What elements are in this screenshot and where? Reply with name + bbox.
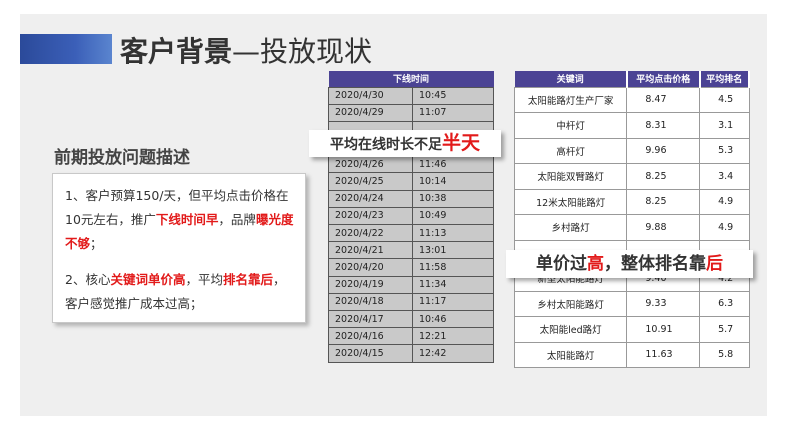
keyword-row: 太阳能led路灯 10.91 5.7	[513, 316, 750, 343]
offline-row: 2020/4/15 12:42	[328, 344, 494, 363]
offline-time: 13:01	[412, 241, 494, 260]
offline-date: 2020/4/23	[328, 206, 413, 226]
offline-time-header: 下线时间	[328, 71, 494, 87]
keyword-row: 太阳能双臂路灯 8.25 3.4	[513, 163, 750, 190]
avg-rank-cell: 3.1	[699, 112, 750, 139]
offline-time: 10:46	[412, 309, 494, 329]
avg-price-cell: 10.91	[626, 316, 701, 343]
avg-price-cell: 11.63	[626, 341, 701, 368]
offline-time: 10:49	[412, 206, 494, 226]
keyword-row: 乡村太阳能路灯 9.33 6.3	[513, 290, 750, 317]
offline-row: 2020/4/22 11:13	[328, 223, 494, 243]
offline-row: 2020/4/25 10:14	[328, 172, 494, 191]
keyword-cell: 乡村路灯	[513, 214, 628, 241]
keyword-cell: 高杆灯	[513, 137, 628, 164]
offline-date: 2020/4/26	[328, 155, 413, 174]
offline-date: 2020/4/20	[328, 258, 413, 277]
offline-time: 11:58	[412, 258, 494, 277]
problem-description-box: 1、客户预算150/天，但平均点击价格在10元左右，推广下线时间早，品牌曝光度不…	[52, 173, 306, 323]
keyword-cell: 太阳能路灯生产厂家	[513, 86, 628, 113]
keyword-row: 12米太阳能路灯 8.25 4.9	[513, 188, 750, 215]
offline-time: 10:14	[412, 172, 494, 191]
offline-time: 11:46	[412, 155, 494, 174]
offline-row: 2020/4/18 11:17	[328, 292, 494, 311]
offline-time-table: 下线时间 2020/4/30 10:45 2020/4/29 11:07 2020/4/…	[328, 71, 494, 363]
keyword-cell: 太阳能led路灯	[513, 316, 628, 343]
keyword-row: 高杆灯 9.96 5.3	[513, 137, 750, 164]
avg-price-cell: 8.25	[626, 163, 701, 190]
offline-date: 2020/4/22	[328, 223, 413, 243]
keyword-cell: 12米太阳能路灯	[513, 188, 628, 215]
avg-rank-cell: 3.4	[699, 163, 750, 190]
offline-date: 2020/4/19	[328, 275, 413, 294]
offline-date: 2020/4/29	[328, 103, 413, 122]
offline-date: 2020/4/16	[328, 327, 413, 346]
offline-row: 2020/4/24 10:38	[328, 189, 494, 208]
offline-time: 11:17	[412, 292, 494, 311]
keyword-cell: 太阳能路灯	[513, 341, 628, 368]
keyword-cell: 乡村太阳能路灯	[513, 290, 628, 317]
offline-row: 2020/4/17 10:46	[328, 309, 494, 329]
keyword-table: 关键词 平均点击价格 平均排名 太阳能路灯生产厂家 8.47 4.5 中杆灯 8.31 3…	[513, 71, 751, 368]
offline-date: 2020/4/30	[328, 86, 413, 105]
avg-price-cell: 9.88	[626, 214, 701, 241]
offline-row: 2020/4/21 13:01	[328, 241, 494, 260]
keyword-row: 中杆灯 8.31 3.1	[513, 112, 750, 139]
problem-paragraph-2: 2、核心关键词单价高，平均排名靠后，客户感觉推广成本过高；	[65, 272, 286, 311]
title-accent-bar	[20, 34, 112, 64]
keyword-row: 太阳能路灯生产厂家 8.47 4.5	[513, 86, 750, 113]
avg-price-cell: 8.47	[626, 86, 701, 113]
avg-price-cell: 8.31	[626, 112, 701, 139]
keyword-row: 乡村路灯 9.88 4.9	[513, 214, 750, 241]
page-title: 客户背景—投放现状	[120, 35, 373, 68]
offline-row: 2020/4/26 11:46	[328, 155, 494, 174]
offline-time: 11:34	[412, 275, 494, 294]
offline-row: 2020/4/23 10:49	[328, 206, 494, 226]
offline-row: 2020/4/19 11:34	[328, 275, 494, 294]
avg-rank-cell: 5.7	[699, 316, 750, 343]
offline-date: 2020/4/21	[328, 241, 413, 260]
avg-price-cell: 9.96	[626, 137, 701, 164]
offline-date: 2020/4/18	[328, 292, 413, 311]
offline-date: 2020/4/15	[328, 344, 413, 363]
avg-rank-cell: 4.5	[699, 86, 750, 113]
offline-row: 2020/4/30 10:45	[328, 86, 494, 105]
offline-row: 2020/4/29 11:07	[328, 103, 494, 122]
offline-row: 2020/4/16 12:21	[328, 327, 494, 346]
avg-rank-cell: 6.3	[699, 290, 750, 317]
avg-rank-cell: 5.3	[699, 137, 750, 164]
avg-rank-cell: 4.9	[699, 214, 750, 241]
avg-price-cell: 8.25	[626, 188, 701, 215]
avg-rank-cell: 5.8	[699, 341, 750, 368]
offline-time: 10:45	[412, 86, 494, 105]
section-subtitle: 前期投放问题描述	[54, 148, 190, 168]
offline-time: 11:13	[412, 223, 494, 243]
price-rank-callout: 单价过高，整体排名靠后	[506, 250, 753, 278]
keyword-cell: 中杆灯	[513, 112, 628, 139]
keyword-header: 关键词	[514, 71, 628, 87]
offline-date: 2020/4/24	[328, 189, 413, 208]
offline-time: 10:38	[412, 189, 494, 208]
online-duration-callout: 平均在线时长不足半天	[309, 130, 501, 157]
offline-time: 11:07	[412, 103, 494, 122]
keyword-cell: 太阳能双臂路灯	[513, 163, 628, 190]
keyword-row: 太阳能路灯 11.63 5.8	[513, 341, 750, 368]
offline-time: 12:42	[412, 344, 494, 363]
avg-rank-cell: 4.9	[699, 188, 750, 215]
problem-paragraph-1: 1、客户预算150/天，但平均点击价格在10元左右，推广下线时间早，品牌曝光度不…	[65, 188, 294, 251]
offline-time: 12:21	[412, 327, 494, 346]
offline-date: 2020/4/17	[328, 309, 413, 329]
offline-row: 2020/4/20 11:58	[328, 258, 494, 277]
avg-price-cell: 9.33	[626, 290, 701, 317]
avg-price-header: 平均点击价格	[626, 71, 701, 87]
offline-date: 2020/4/25	[328, 172, 413, 191]
avg-rank-header: 平均排名	[699, 71, 751, 87]
